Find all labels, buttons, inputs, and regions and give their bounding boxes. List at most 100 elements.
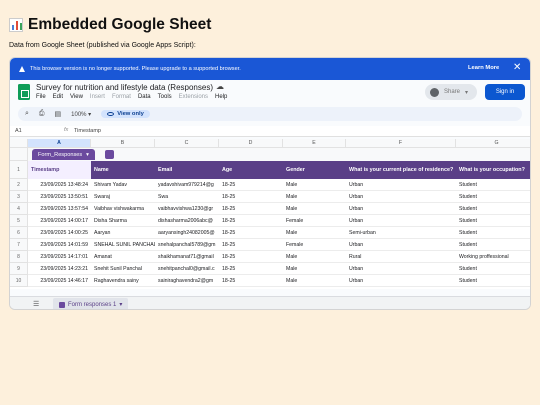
table-cell[interactable]: 18-25 xyxy=(219,251,283,262)
table-icon[interactable] xyxy=(105,150,114,159)
row-number[interactable]: 8 xyxy=(10,251,28,263)
column-header-b[interactable]: B xyxy=(91,139,155,148)
table-cell[interactable]: Student xyxy=(456,239,530,250)
paint-format-icon[interactable]: ▤ xyxy=(55,110,62,118)
table-cell[interactable]: yadavshivam979214@g xyxy=(155,179,219,190)
column-header-f[interactable]: F xyxy=(346,139,456,148)
all-sheets-menu-icon[interactable]: ☰ xyxy=(33,300,39,308)
table-cell[interactable]: Student xyxy=(456,227,530,238)
column-header-c[interactable]: C xyxy=(155,139,219,148)
table-cell[interactable]: Student xyxy=(456,191,530,202)
table-cell[interactable]: Aaryan xyxy=(91,227,155,238)
zoom-select[interactable]: 100% ▾ xyxy=(71,111,91,118)
table-name-chip[interactable]: Form_Responses ▾ xyxy=(32,149,95,160)
row-number[interactable]: 2 xyxy=(10,179,28,191)
table-cell[interactable]: 18-25 xyxy=(219,239,283,250)
table-cell[interactable]: Student xyxy=(456,203,530,214)
column-header-d[interactable]: D xyxy=(219,139,283,148)
header-cell[interactable]: What is your occupation? xyxy=(456,161,530,179)
search-icon[interactable]: ⌕ xyxy=(25,110,29,118)
table-cell[interactable]: Male xyxy=(283,191,346,202)
table-cell[interactable]: Urban xyxy=(346,203,456,214)
row-number[interactable]: 7 xyxy=(10,239,28,251)
row-number[interactable]: 5 xyxy=(10,215,28,227)
table-cell[interactable]: vaibhavvishwa1230@gr xyxy=(155,203,219,214)
table-cell[interactable]: dishasharma2006abc@ xyxy=(155,215,219,226)
table-cell[interactable]: Male xyxy=(283,275,346,286)
row-number[interactable]: 10 xyxy=(10,275,28,287)
table-cell[interactable]: 18-25 xyxy=(219,179,283,190)
table-cell[interactable]: 23/09/2025 13:50:51 xyxy=(28,191,91,202)
menu-item-help[interactable]: Help xyxy=(215,94,227,100)
view-only-button[interactable]: View only xyxy=(101,110,150,118)
column-header-e[interactable]: E xyxy=(283,139,346,148)
table-cell[interactable]: Female xyxy=(283,215,346,226)
sign-in-button[interactable]: Sign in xyxy=(485,84,525,100)
menu-item-view[interactable]: View xyxy=(70,94,83,100)
table-cell[interactable]: Urban xyxy=(346,263,456,274)
table-cell[interactable]: snehalpanchal5789@gm xyxy=(155,239,219,250)
table-cell[interactable]: Male xyxy=(283,203,346,214)
table-cell[interactable]: 18-25 xyxy=(219,263,283,274)
table-cell[interactable]: Urban xyxy=(346,215,456,226)
column-header-g[interactable]: G xyxy=(456,139,530,148)
formula-value[interactable]: Timestamp xyxy=(74,128,101,134)
menu-item-file[interactable]: File xyxy=(36,94,46,100)
select-all-corner[interactable] xyxy=(10,139,28,148)
table-cell[interactable]: 18-25 xyxy=(219,203,283,214)
row-number[interactable]: 9 xyxy=(10,263,28,275)
header-cell[interactable]: Age xyxy=(219,161,283,179)
table-cell[interactable]: Disha Sharma xyxy=(91,215,155,226)
header-cell[interactable]: What is your current place of residence? xyxy=(346,161,456,179)
table-cell[interactable]: Female xyxy=(283,239,346,250)
table-cell[interactable]: SNEHAL SUNIL PANCHAL xyxy=(91,239,155,250)
table-cell[interactable]: 23/09/2025 14:00:17 xyxy=(28,215,91,226)
table-cell[interactable]: Vaibhav vishwakarma xyxy=(91,203,155,214)
table-cell[interactable]: 23/09/2025 14:17:01 xyxy=(28,251,91,262)
menu-item-data[interactable]: Data xyxy=(138,94,151,100)
table-cell[interactable]: 23/09/2025 14:01:59 xyxy=(28,239,91,250)
column-header-a[interactable]: A xyxy=(28,139,91,148)
sheets-logo-icon[interactable] xyxy=(18,84,30,100)
table-cell[interactable]: Male xyxy=(283,263,346,274)
menu-item-edit[interactable]: Edit xyxy=(53,94,63,100)
table-cell[interactable]: Student xyxy=(456,179,530,190)
table-cell[interactable]: Shivam Yadav xyxy=(91,179,155,190)
table-cell[interactable]: Rural xyxy=(346,251,456,262)
table-cell[interactable]: sainiraghavendra2@gm xyxy=(155,275,219,286)
table-cell[interactable]: Urban xyxy=(346,191,456,202)
row-number[interactable]: 4 xyxy=(10,203,28,215)
header-cell[interactable]: Email xyxy=(155,161,219,179)
table-cell[interactable]: Male xyxy=(283,227,346,238)
table-cell[interactable]: Raghavendra sainy xyxy=(91,275,155,286)
table-cell[interactable]: 23/09/2025 13:48:24 xyxy=(28,179,91,190)
table-cell[interactable]: Student xyxy=(456,215,530,226)
table-cell[interactable]: Urban xyxy=(346,239,456,250)
table-cell[interactable]: Male xyxy=(283,251,346,262)
table-cell[interactable]: snehitpanchal0@gmail.c xyxy=(155,263,219,274)
table-cell[interactable]: Snehit Sunil Panchal xyxy=(91,263,155,274)
share-button[interactable]: Share ▾ xyxy=(425,84,477,100)
print-icon[interactable]: ⎙ xyxy=(39,110,45,118)
table-cell[interactable]: Urban xyxy=(346,275,456,286)
table-cell[interactable]: Student xyxy=(456,275,530,286)
close-icon[interactable]: ✕ xyxy=(513,62,521,73)
table-cell[interactable]: 18-25 xyxy=(219,227,283,238)
table-cell[interactable]: Swaraj xyxy=(91,191,155,202)
table-cell[interactable]: Working proffessional xyxy=(456,251,530,262)
table-cell[interactable]: 23/09/2025 14:00:25 xyxy=(28,227,91,238)
header-cell[interactable]: Gender xyxy=(283,161,346,179)
table-cell[interactable]: 23/09/2025 13:57:54 xyxy=(28,203,91,214)
row-number[interactable]: 6 xyxy=(10,227,28,239)
table-cell[interactable]: Swa xyxy=(155,191,219,202)
row-number[interactable]: 1 xyxy=(10,161,28,179)
table-cell[interactable]: Male xyxy=(283,179,346,190)
menu-item-tools[interactable]: Tools xyxy=(158,94,172,100)
table-cell[interactable]: shaikhamanat71@gmail xyxy=(155,251,219,262)
table-cell[interactable]: 23/09/2025 14:46:17 xyxy=(28,275,91,286)
table-cell[interactable]: 23/09/2025 14:23:21 xyxy=(28,263,91,274)
table-cell[interactable]: Semi-urban xyxy=(346,227,456,238)
table-cell[interactable]: Amanat xyxy=(91,251,155,262)
table-cell[interactable]: 18-25 xyxy=(219,275,283,286)
header-cell[interactable]: Name xyxy=(91,161,155,179)
